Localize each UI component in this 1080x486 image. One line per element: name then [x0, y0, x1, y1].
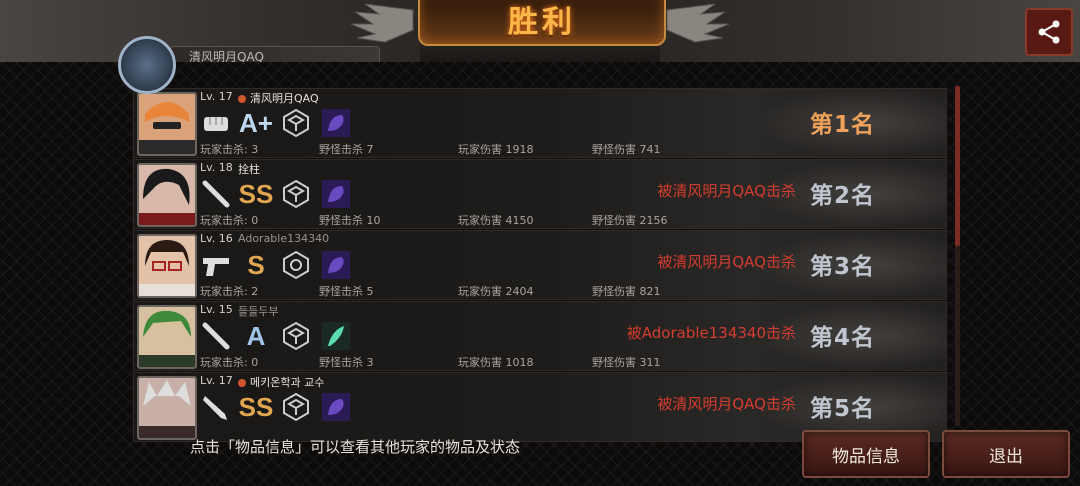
- avatar: [137, 376, 197, 440]
- avatar: [137, 163, 197, 227]
- purple-beast-icon: [320, 178, 352, 210]
- fist-icon: [200, 107, 232, 139]
- player-row[interactable]: Lv. 15 들들두부 A 玩家击杀: 0 野怪击杀 3 玩家伤害 1018 野…: [133, 301, 947, 371]
- player-level: Lv. 18: [200, 161, 233, 174]
- stat-player-kills: 玩家击杀: 3: [200, 143, 259, 156]
- exit-button[interactable]: 退出: [942, 430, 1070, 478]
- stat-monster-kills: 野怪击杀 10: [319, 214, 381, 227]
- player-name-text: 清风明月QAQ: [250, 92, 319, 105]
- player-list[interactable]: Lv. 17 清风明月QAQ A+ 玩家击杀: 3 野怪击杀 7 玩家伤害 19…: [133, 88, 947, 452]
- rank-badge: [118, 36, 176, 94]
- victory-title: 胜利: [508, 5, 576, 40]
- bat-icon: [200, 178, 232, 210]
- tier-icon: [238, 95, 246, 103]
- hex-cube-icon: [280, 320, 312, 352]
- player-level: Lv. 17: [200, 90, 233, 103]
- purple-beast-icon: [320, 107, 352, 139]
- player-level: Lv. 16: [200, 232, 233, 245]
- stat-monster-kills: 野怪击杀 7: [319, 143, 374, 156]
- killed-by-label: 被清风明月QAQ击杀: [657, 395, 796, 413]
- stat-player-damage: 玩家伤害 2404: [458, 285, 534, 298]
- player-stats: 玩家击杀: 0 野怪击杀 3 玩家伤害 1018 野怪伤害 311: [200, 354, 720, 369]
- player-name: 拴柱: [238, 163, 260, 176]
- results-panel: Lv. 17 清风明月QAQ A+ 玩家击杀: 3 野怪击杀 7 玩家伤害 19…: [0, 62, 1080, 486]
- stat-monster-kills: 野怪击杀 5: [319, 285, 374, 298]
- stat-monster-damage: 野怪伤害 311: [592, 356, 661, 369]
- rank-label: 第5名: [810, 396, 876, 422]
- grade-badge: SS: [238, 391, 274, 422]
- player-stats: 玩家击杀: 0 野怪击杀 10 玩家伤害 4150 野怪伤害 2156: [200, 212, 720, 227]
- item-slots: A: [200, 320, 352, 352]
- avatar: [137, 92, 197, 156]
- killed-by-label: 被清风明月QAQ击杀: [657, 182, 796, 200]
- item-slots: S: [200, 249, 352, 281]
- victory-banner: 胜利: [418, 0, 666, 46]
- stat-monster-damage: 野怪伤害 821: [592, 285, 661, 298]
- avatar: [137, 305, 197, 369]
- player-row[interactable]: Lv. 18 拴柱 SS 玩家击杀: 0 野怪击杀 10 玩家伤害 4150 野…: [133, 159, 947, 229]
- item-slots: A+: [200, 107, 352, 139]
- hex-cube-icon: [280, 178, 312, 210]
- scrollbar-thumb[interactable]: [955, 86, 960, 246]
- avatar: [137, 234, 197, 298]
- knife-icon: [200, 391, 232, 423]
- rank-label: 第4名: [810, 325, 876, 351]
- player-name: Adorable134340: [238, 232, 330, 245]
- pistol-icon: [200, 249, 232, 281]
- stat-player-kills: 玩家击杀: 0: [200, 214, 259, 227]
- player-name-text: 메키온학과 교수: [250, 376, 325, 389]
- stat-player-kills: 玩家击杀: 2: [200, 285, 259, 298]
- hex-cube-icon: [280, 107, 312, 139]
- share-button[interactable]: [1025, 8, 1073, 56]
- item-slots: SS: [200, 178, 352, 210]
- grade-badge: A+: [239, 107, 273, 138]
- stat-monster-damage: 野怪伤害 741: [592, 143, 661, 156]
- hex-cube-icon: [280, 391, 312, 423]
- killed-by-label: 被清风明月QAQ击杀: [657, 253, 796, 271]
- player-name: 들들두부: [238, 305, 279, 318]
- killed-by-label: 被Adorable134340击杀: [626, 324, 796, 342]
- purple-beast-icon: [320, 249, 352, 281]
- rank-label: 第2名: [810, 183, 876, 209]
- hex-gear-icon: [280, 249, 312, 281]
- stat-player-damage: 玩家伤害 4150: [458, 214, 534, 227]
- stat-monster-damage: 野怪伤害 2156: [592, 214, 668, 227]
- player-level: Lv. 17: [200, 374, 233, 387]
- player-row[interactable]: Lv. 17 清风明月QAQ A+ 玩家击杀: 3 野怪击杀 7 玩家伤害 19…: [133, 88, 947, 158]
- grade-badge: S: [247, 249, 265, 280]
- rank-label: 第3名: [810, 254, 876, 280]
- purple-beast-icon: [320, 391, 352, 423]
- footer-hint: 点击「物品信息」可以查看其他玩家的物品及状态: [190, 438, 521, 456]
- player-row[interactable]: Lv. 16 Adorable134340 S 玩家击杀: 2 野怪击杀 5 玩…: [133, 230, 947, 300]
- item-info-button[interactable]: 物品信息: [802, 430, 930, 478]
- item-slots: SS: [200, 391, 352, 423]
- share-icon: [1038, 20, 1060, 44]
- player-name: 清风明月QAQ: [238, 90, 319, 106]
- right-wing-icon: [666, 3, 730, 43]
- stat-player-damage: 玩家伤害 1018: [458, 356, 534, 369]
- tier-icon: [238, 379, 246, 387]
- bat-icon: [200, 320, 232, 352]
- rank-label: 第1名: [810, 112, 876, 138]
- grade-badge: A: [246, 320, 266, 351]
- player-stats: 玩家击杀: 2 野怪击杀 5 玩家伤害 2404 野怪伤害 821: [200, 283, 720, 298]
- player-level: Lv. 15: [200, 303, 233, 316]
- player-name: 메키온학과 교수: [238, 374, 324, 390]
- green-feather-icon: [320, 320, 352, 352]
- stat-monster-kills: 野怪击杀 3: [319, 356, 374, 369]
- grade-badge: SS: [238, 178, 274, 209]
- stat-player-kills: 玩家击杀: 0: [200, 356, 259, 369]
- player-stats: 玩家击杀: 3 野怪击杀 7 玩家伤害 1918 野怪伤害 741: [200, 141, 720, 156]
- stat-player-damage: 玩家伤害 1918: [458, 143, 534, 156]
